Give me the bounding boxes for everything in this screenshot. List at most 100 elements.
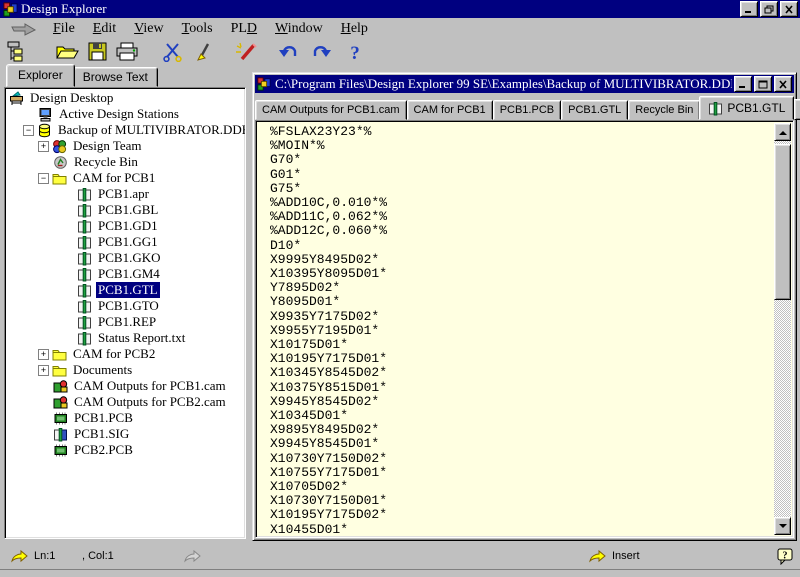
desktop-icon bbox=[9, 91, 24, 106]
tree-indent bbox=[5, 226, 77, 227]
close-button[interactable] bbox=[780, 1, 798, 17]
expand-box[interactable]: + bbox=[38, 141, 49, 152]
tree-item-cam-for-pcb1[interactable]: − CAM for PCB1 bbox=[5, 170, 245, 186]
tree-item-label: Design Team bbox=[71, 138, 144, 154]
doc-tab-label: PCB1.GTL bbox=[727, 101, 785, 115]
pen-tool-button[interactable] bbox=[190, 41, 216, 63]
tree-item-pcb1-gg1[interactable]: PCB1.GG1 bbox=[5, 234, 245, 250]
open-button[interactable] bbox=[54, 41, 80, 63]
doc-icon bbox=[77, 203, 92, 218]
help-button[interactable]: ? bbox=[342, 41, 368, 63]
status-bar: Ln:1 , Col:1 Insert ? bbox=[0, 545, 800, 569]
scroll-up-button[interactable] bbox=[774, 123, 791, 141]
print-button[interactable] bbox=[114, 41, 140, 63]
design-tree: Design DesktopActive Design Stations−Bac… bbox=[4, 87, 246, 539]
gerber-text-editor[interactable]: %FSLAX23Y23*%%MOIN*%G70*G01*G75*%ADD10C,… bbox=[258, 123, 772, 535]
tree-item-pcb1-gd1[interactable]: PCB1.GD1 bbox=[5, 218, 245, 234]
tree-item-pcb1-gm4[interactable]: PCB1.GM4 bbox=[5, 266, 245, 282]
tree-indent bbox=[5, 274, 77, 275]
menu-view[interactable]: View bbox=[125, 20, 173, 38]
tree-item-backup-of-multivibrator-ddb[interactable]: −Backup of MULTIVIBRATOR.DDB bbox=[5, 122, 245, 138]
tab-explorer[interactable]: Explorer bbox=[6, 64, 75, 87]
pcb-icon bbox=[53, 443, 68, 458]
scissors-icon bbox=[162, 42, 184, 62]
redo-button[interactable] bbox=[308, 41, 334, 63]
expand-box[interactable]: + bbox=[38, 365, 49, 376]
tree-item-status-report-txt[interactable]: Status Report.txt bbox=[5, 330, 245, 346]
tree-item-cam-outputs-for-pcb1-cam[interactable]: CAM Outputs for PCB1.cam bbox=[5, 378, 245, 394]
doc-tab-pcb1-gtl[interactable]: PCB1.GTL bbox=[561, 100, 628, 120]
wizard-button[interactable] bbox=[232, 41, 258, 63]
editor-line: X9945Y8545D02* bbox=[270, 395, 772, 409]
doc-tab-label: Recycle Bin bbox=[635, 104, 693, 116]
stations-icon bbox=[38, 107, 53, 122]
menu-edit[interactable]: Edit bbox=[84, 20, 125, 38]
expand-box[interactable]: + bbox=[38, 349, 49, 360]
tree-item-cam-for-pcb2[interactable]: +CAM for PCB2 bbox=[5, 346, 245, 362]
menu-window[interactable]: Window bbox=[266, 20, 332, 38]
doc-maximize-button[interactable] bbox=[754, 76, 772, 92]
tab-browse-text[interactable]: Browse Text bbox=[73, 67, 158, 87]
tree-item-design-team[interactable]: + Design Team bbox=[5, 138, 245, 154]
tree-item-label: PCB1.GM4 bbox=[96, 266, 162, 282]
window-title: Design Explorer bbox=[21, 1, 738, 17]
tree-indent bbox=[5, 322, 77, 323]
scrollbar-thumb[interactable] bbox=[774, 144, 791, 300]
document-tab-strip: CAM Outputs for PCB1.camCAM for PCB1PCB1… bbox=[255, 93, 794, 120]
doc-tab-cam-for-pcb1[interactable]: CAM for PCB1 bbox=[407, 100, 493, 120]
save-button[interactable] bbox=[84, 41, 110, 63]
doc-icon bbox=[77, 299, 92, 314]
pcb-icon bbox=[53, 411, 68, 426]
tree-item-label: Design Desktop bbox=[28, 90, 115, 106]
tree-item-pcb1-gtl[interactable]: PCB1.GTL bbox=[5, 282, 245, 298]
tree-item-label: CAM Outputs for PCB2.cam bbox=[72, 394, 228, 410]
editor-line: X10345Y8545D02* bbox=[270, 366, 772, 380]
pen-icon bbox=[193, 42, 213, 62]
editor-line: Y8095D01* bbox=[270, 295, 772, 309]
tree-item-pcb1-pcb[interactable]: PCB1.PCB bbox=[5, 410, 245, 426]
editor-line: X10730Y7150D02* bbox=[270, 452, 772, 466]
doc-tab-pcb1-pcb[interactable]: PCB1.PCB bbox=[493, 100, 561, 120]
column-indicator: , Col:1 bbox=[82, 550, 114, 562]
restore-button[interactable] bbox=[760, 1, 778, 17]
menu-help[interactable]: Help bbox=[332, 20, 377, 38]
tree-item-pcb1-apr[interactable]: PCB1.apr bbox=[5, 186, 245, 202]
doc-close-button[interactable] bbox=[774, 76, 792, 92]
explorer-toggle-button[interactable] bbox=[4, 41, 30, 63]
tree-item-active-design-stations[interactable]: Active Design Stations bbox=[5, 106, 245, 122]
collapse-box[interactable]: − bbox=[38, 173, 49, 184]
doc-minimize-button[interactable] bbox=[734, 76, 752, 92]
cut-button[interactable] bbox=[160, 41, 186, 63]
tree-item-label: CAM for PCB1 bbox=[71, 170, 157, 186]
menu-file[interactable]: File bbox=[44, 20, 84, 38]
minimize-button[interactable] bbox=[740, 1, 758, 17]
doc-tab-pcb1-gtl[interactable]: PCB1.GTL bbox=[699, 96, 794, 120]
editor-line: X10755Y7175D01* bbox=[270, 466, 772, 480]
status-help-icon[interactable]: ? bbox=[777, 548, 794, 565]
tree-item-pcb1-rep[interactable]: PCB1.REP bbox=[5, 314, 245, 330]
tree-item-pcb1-gbl[interactable]: PCB1.GBL bbox=[5, 202, 245, 218]
tree-item-recycle-bin[interactable]: Recycle Bin bbox=[5, 154, 245, 170]
collapse-box[interactable]: − bbox=[23, 125, 34, 136]
tree-item-pcb2-pcb[interactable]: PCB2.PCB bbox=[5, 442, 245, 458]
tree-item-pcb1-gto[interactable]: PCB1.GTO bbox=[5, 298, 245, 314]
insert-arrow-icon bbox=[588, 549, 606, 566]
tree-item-pcb1-sig[interactable]: PCB1.SIG bbox=[5, 426, 245, 442]
menu-tools[interactable]: Tools bbox=[173, 20, 222, 38]
tree-item-documents[interactable]: +Documents bbox=[5, 362, 245, 378]
tree-item-label: Recycle Bin bbox=[72, 154, 140, 170]
editor-line: G01* bbox=[270, 168, 772, 182]
doc-tab-cam-outputs-for-pcb1-cam[interactable]: CAM Outputs for PCB1.cam bbox=[255, 100, 407, 120]
menu-pld[interactable]: PLD bbox=[222, 20, 266, 38]
tree-item-pcb1-gko[interactable]: PCB1.GKO bbox=[5, 250, 245, 266]
scroll-down-button[interactable] bbox=[774, 517, 791, 535]
cam-icon bbox=[53, 379, 68, 394]
undo-button[interactable] bbox=[276, 41, 302, 63]
tree-item-design-desktop[interactable]: Design Desktop bbox=[5, 90, 245, 106]
menu-arrow-icon[interactable] bbox=[10, 22, 38, 36]
scrollbar-track[interactable] bbox=[774, 141, 791, 517]
tab-scroll-left-button[interactable] bbox=[794, 99, 800, 120]
doc-tab-recycle-bin[interactable]: Recycle Bin bbox=[628, 100, 700, 120]
tree-item-cam-outputs-for-pcb2-cam[interactable]: CAM Outputs for PCB2.cam bbox=[5, 394, 245, 410]
document-icon bbox=[257, 77, 271, 91]
